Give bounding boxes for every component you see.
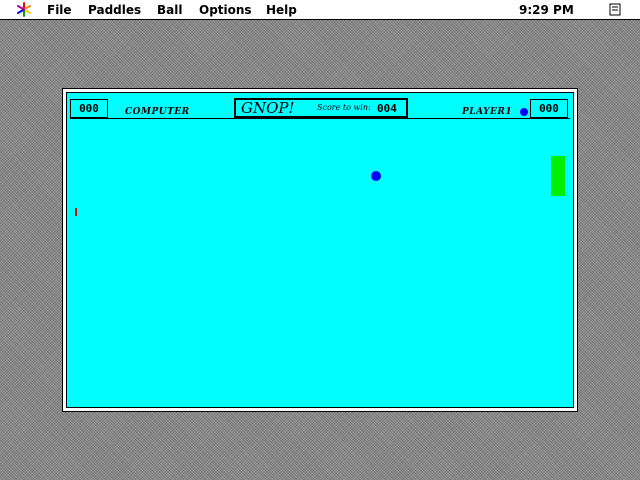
title-box: GNOP! Score to win: 004 (234, 98, 408, 118)
computer-score: 000 (70, 99, 108, 118)
computer-label: COMPUTER (125, 107, 190, 117)
menu-paddles[interactable]: Paddles (88, 3, 141, 17)
ball (371, 171, 381, 181)
header-divider (70, 118, 570, 119)
menu-ball[interactable]: Ball (157, 3, 182, 17)
player1-score: 000 (530, 99, 568, 118)
player1-paddle[interactable] (551, 156, 565, 196)
menubar-clock: 9:29 PM (519, 3, 574, 17)
finder-icon[interactable] (606, 2, 624, 17)
menu-options[interactable]: Options (199, 3, 252, 17)
computer-paddle (75, 208, 77, 216)
playing-field[interactable]: 000 COMPUTER GNOP! Score to win: 004 PLA… (67, 93, 573, 407)
game-frame: 000 COMPUTER GNOP! Score to win: 004 PLA… (66, 92, 574, 408)
menu-help[interactable]: Help (266, 3, 297, 17)
game-title: GNOP! (241, 99, 295, 117)
apple-menu-icon[interactable] (16, 2, 32, 17)
menu-bar: File Paddles Ball Options Help 9:29 PM (0, 0, 640, 20)
menu-file[interactable]: File (47, 3, 72, 17)
score-to-win-label: Score to win: (317, 103, 371, 112)
score-to-win-value: 004 (377, 102, 397, 115)
game-window: 000 COMPUTER GNOP! Score to win: 004 PLA… (62, 88, 578, 412)
player1-indicator (520, 108, 528, 116)
player1-label: PLAYER1 (462, 107, 513, 117)
